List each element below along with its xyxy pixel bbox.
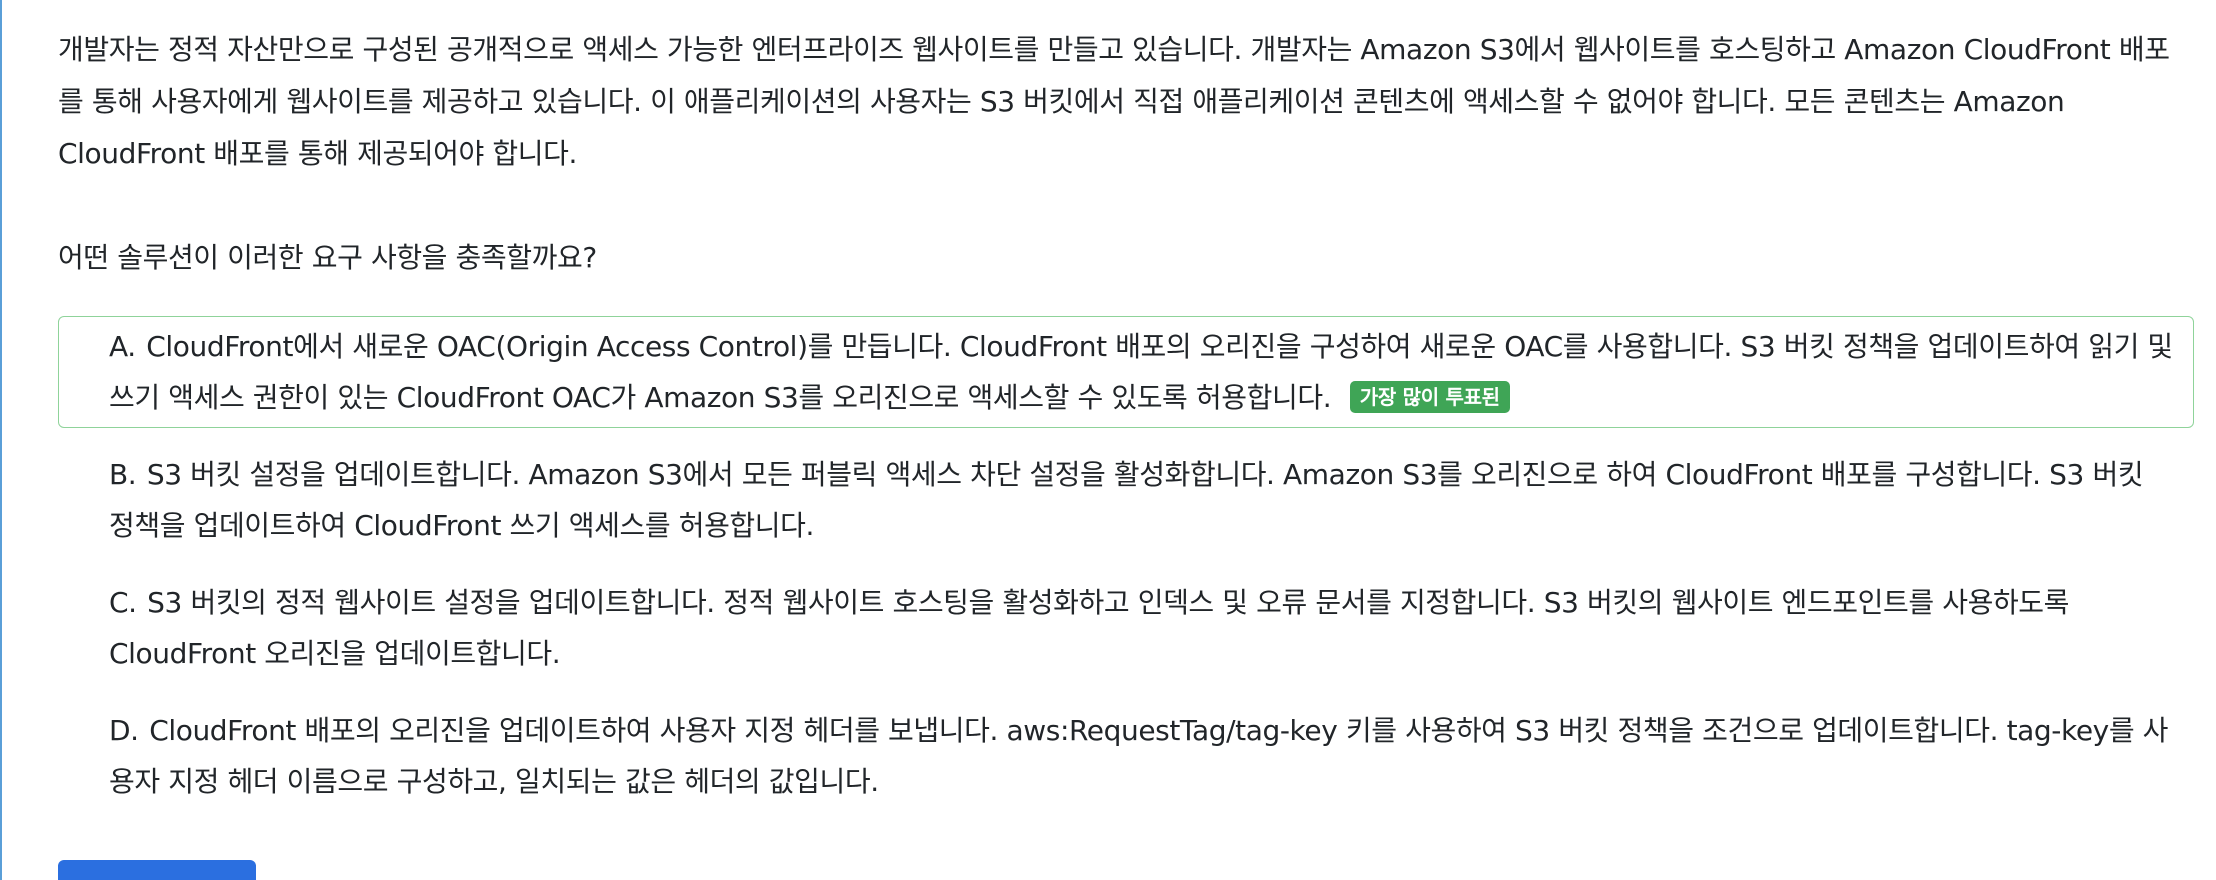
choice-letter: C. [109, 586, 137, 619]
reveal-answer-button[interactable] [58, 860, 256, 880]
choice-text: S3 버킷의 정적 웹사이트 설정을 업데이트합니다. 정적 웹사이트 호스팅을… [109, 586, 2070, 670]
answer-choices: A. CloudFront에서 새로운 OAC(Origin Access Co… [58, 316, 2194, 812]
choice-letter: A. [109, 330, 136, 363]
left-accent-rule [0, 0, 2, 880]
choice-c[interactable]: C. S3 버킷의 정적 웹사이트 설정을 업데이트합니다. 정적 웹사이트 호… [58, 572, 2194, 684]
choice-a[interactable]: A. CloudFront에서 새로운 OAC(Origin Access Co… [58, 316, 2194, 428]
choice-d[interactable]: D. CloudFront 배포의 오리진을 업데이트하여 사용자 지정 헤더를… [58, 700, 2194, 812]
choice-letter: D. [109, 714, 139, 747]
choice-b[interactable]: B. S3 버킷 설정을 업데이트합니다. Amazon S3에서 모든 퍼블릭… [58, 444, 2194, 556]
question-body: 개발자는 정적 자산만으로 구성된 공개적으로 액세스 가능한 엔터프라이즈 웹… [58, 33, 2170, 170]
most-voted-badge: 가장 많이 투표된 [1349, 381, 1510, 413]
choice-text: S3 버킷 설정을 업데이트합니다. Amazon S3에서 모든 퍼블릭 액세… [109, 458, 2144, 542]
question-prompt: 어떤 솔루션이 이러한 요구 사항을 충족할까요? [58, 241, 597, 274]
choice-text: CloudFront 배포의 오리진을 업데이트하여 사용자 지정 헤더를 보냅… [109, 714, 2169, 798]
choice-letter: B. [109, 458, 137, 491]
question-card: 개발자는 정적 자산만으로 구성된 공개적으로 액세스 가능한 엔터프라이즈 웹… [58, 24, 2194, 880]
choice-text: CloudFront에서 새로운 OAC(Origin Access Contr… [109, 330, 2173, 414]
